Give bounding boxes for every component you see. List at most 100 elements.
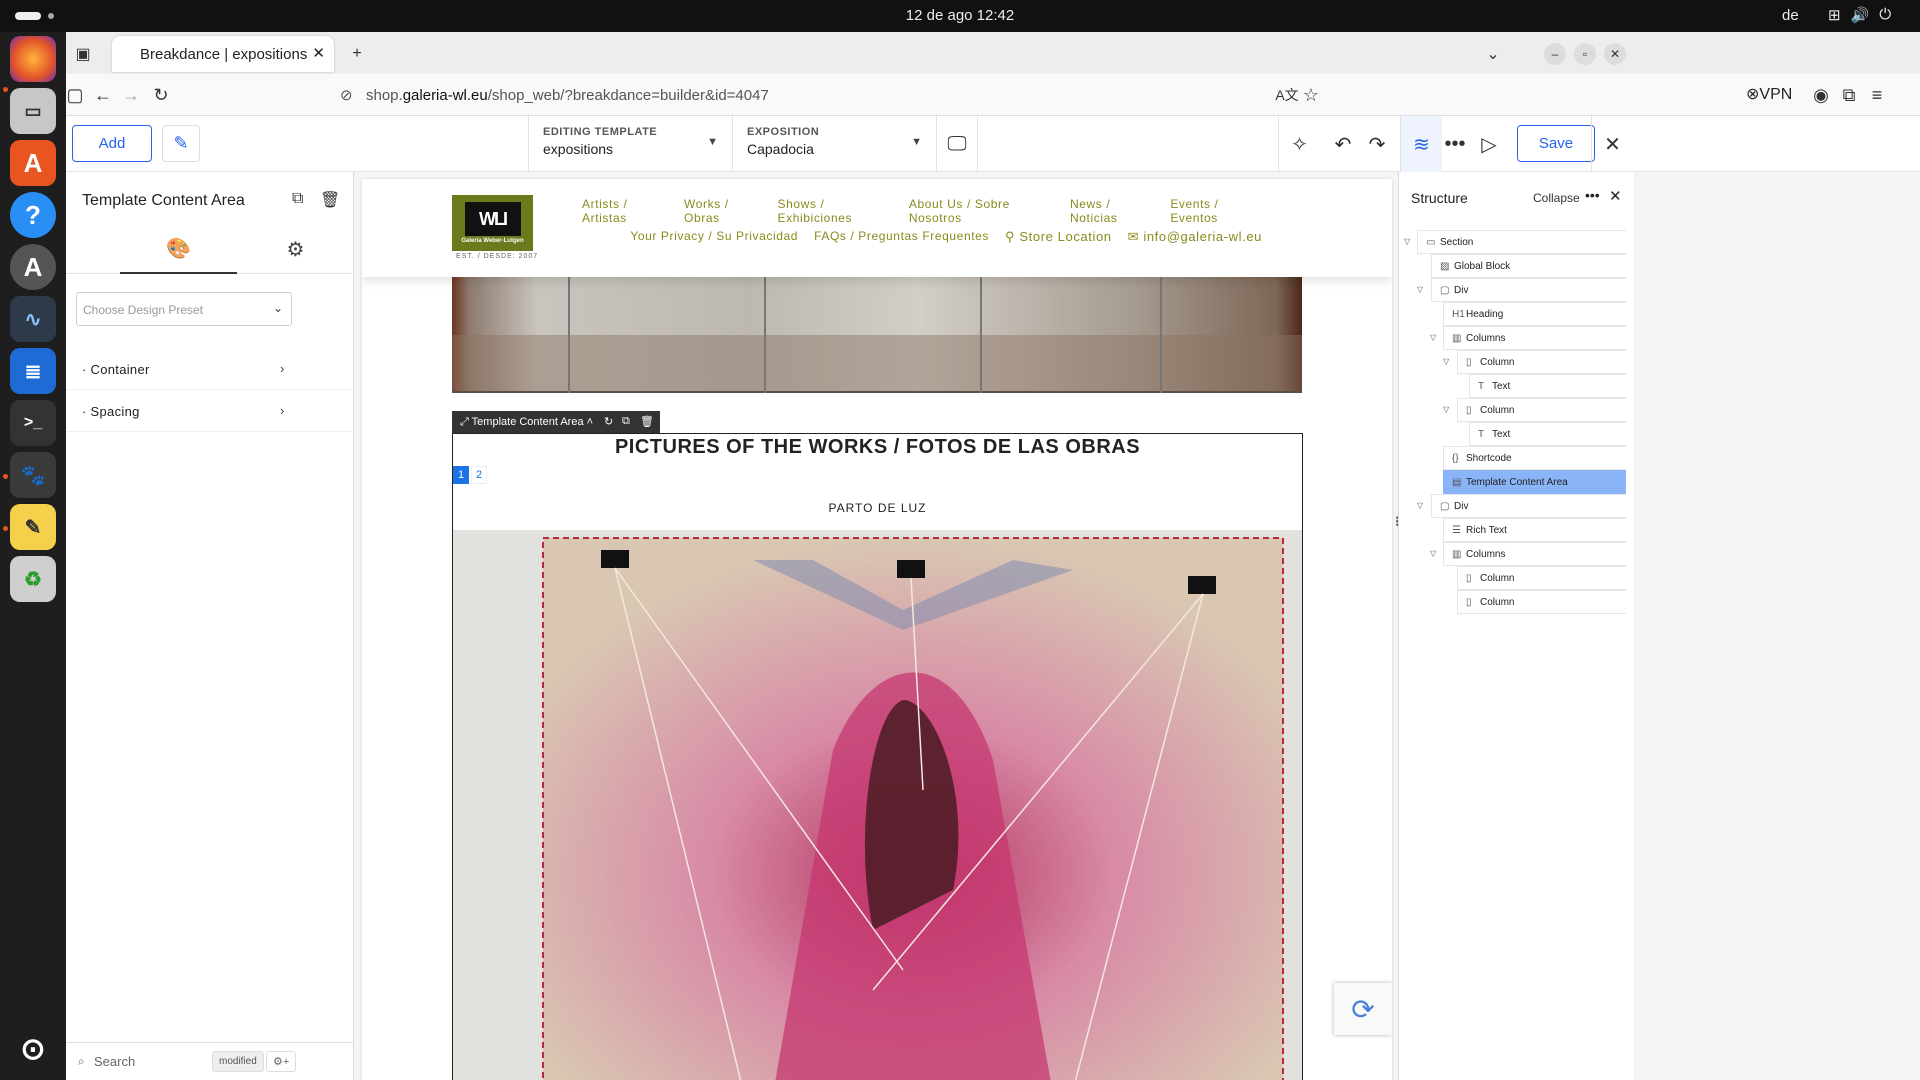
- collapse-caret-icon[interactable]: ▽: [1404, 237, 1410, 246]
- tree-node-global-block[interactable]: ▨ Global Block: [1431, 254, 1626, 278]
- tree-node-rich-text[interactable]: ☰ Rich Text: [1443, 518, 1626, 542]
- tree-node-div[interactable]: ▢ Div: [1431, 494, 1626, 518]
- menu-item-works[interactable]: Works / Obras: [684, 197, 762, 225]
- firefox-icon[interactable]: [10, 36, 56, 82]
- collapse-caret-icon[interactable]: ▽: [1443, 357, 1449, 366]
- tree-node-heading[interactable]: H1Heading: [1443, 302, 1626, 326]
- writer-icon[interactable]: ≣: [10, 348, 56, 394]
- delete-icon[interactable]: 🗑: [640, 415, 654, 428]
- menu-icon[interactable]: ≡: [1864, 82, 1890, 108]
- menu-item-shows[interactable]: Shows / Exhibiciones: [778, 197, 893, 225]
- collapse-caret-icon[interactable]: ▽: [1443, 405, 1449, 414]
- pagination-page-2[interactable]: 2: [471, 466, 487, 484]
- help-icon[interactable]: ?: [10, 192, 56, 238]
- forward-icon[interactable]: →: [118, 82, 144, 108]
- container-section[interactable]: · Container ›: [66, 348, 354, 390]
- save-button[interactable]: Save: [1517, 125, 1595, 162]
- design-tab-palette-icon[interactable]: 🎨: [120, 224, 237, 274]
- tree-node-template-content-area[interactable]: ▤ Template Content Area: [1443, 470, 1626, 494]
- bookmark-star-icon[interactable]: ☆: [1298, 82, 1324, 108]
- gimp-icon[interactable]: 🐾: [10, 452, 56, 498]
- tree-node-text[interactable]: T Text: [1469, 374, 1626, 398]
- spacing-section[interactable]: · Spacing ›: [66, 390, 354, 432]
- close-tab-icon[interactable]: ✕: [312, 44, 325, 62]
- desktop-preview-icon[interactable]: 🖵: [936, 116, 978, 172]
- tree-node-column[interactable]: ▯ Column: [1457, 350, 1626, 374]
- edit-icon[interactable]: ✎: [162, 125, 200, 162]
- trash-icon[interactable]: ♻: [10, 556, 56, 602]
- close-builder-icon[interactable]: ✕: [1591, 116, 1633, 172]
- settings-tab-gear-icon[interactable]: ⚙: [237, 224, 354, 274]
- software-updater-icon[interactable]: A: [10, 244, 56, 290]
- menu-item-store-location[interactable]: ⚲ Store Location: [1005, 229, 1112, 245]
- tab-list-icon[interactable]: ▣: [70, 41, 96, 67]
- list-all-tabs-icon[interactable]: ⌄: [1480, 41, 1506, 67]
- keyboard-language[interactable]: de: [1782, 7, 1799, 24]
- redo-icon[interactable]: ↷: [1356, 116, 1398, 172]
- delete-icon[interactable]: 🗑: [320, 190, 340, 210]
- tree-node-column[interactable]: ▯ Column: [1457, 590, 1626, 614]
- menu-item-events[interactable]: Events / Eventos: [1170, 197, 1262, 225]
- template-content-area[interactable]: PICTURES OF THE WORKS / FOTOS DE LAS OBR…: [452, 433, 1303, 1080]
- exposition-select[interactable]: EXPOSITION Capadocia ▼: [732, 116, 936, 172]
- expand-icon[interactable]: ⤢: [460, 416, 472, 428]
- artwork-photo[interactable]: [453, 530, 1302, 1080]
- chevron-up-icon[interactable]: ˄: [584, 416, 593, 428]
- minimize-icon[interactable]: –: [1544, 43, 1566, 65]
- reload-icon[interactable]: ↻: [148, 82, 174, 108]
- modified-badge[interactable]: modified: [212, 1051, 264, 1072]
- tree-node-shortcode[interactable]: {} Shortcode: [1443, 446, 1626, 470]
- collapse-caret-icon[interactable]: ▽: [1430, 333, 1436, 342]
- account-icon[interactable]: ◉: [1808, 82, 1834, 108]
- search-settings-icon[interactable]: ⚙+: [266, 1051, 297, 1072]
- duplicate-icon[interactable]: ⧉: [622, 415, 630, 428]
- collapse-caret-icon[interactable]: ▽: [1430, 549, 1436, 558]
- menu-item-privacy[interactable]: Your Privacy / Su Privacidad: [630, 229, 798, 245]
- restore-icon[interactable]: ▫: [1574, 43, 1596, 65]
- new-tab-icon[interactable]: +: [344, 41, 370, 67]
- translate-icon[interactable]: A文: [1274, 82, 1300, 108]
- tree-node-div[interactable]: ▢ Div: [1431, 278, 1626, 302]
- text-editor-icon[interactable]: ✎: [10, 504, 56, 550]
- tree-node-column[interactable]: ▯ Column: [1457, 566, 1626, 590]
- app-center-icon[interactable]: A: [10, 140, 56, 186]
- preview-canvas[interactable]: WLI Galería Weber-Lutgen EST. / DESDE: 2…: [362, 179, 1392, 1080]
- tree-node-column[interactable]: ▯ Column: [1457, 398, 1626, 422]
- back-icon[interactable]: ←: [90, 82, 116, 108]
- editing-template-select[interactable]: EDITING TEMPLATE expositions ▼: [528, 116, 732, 172]
- menu-item-email[interactable]: ✉ info@galeria-wl.eu: [1128, 229, 1262, 245]
- close-structure-icon[interactable]: ✕: [1609, 187, 1622, 205]
- url-bar[interactable]: ⊘ shop.galeria-wl.eu/shop_web/?breakdanc…: [330, 78, 1670, 112]
- sidebar-icon[interactable]: ▢: [62, 82, 88, 108]
- tree-node-columns[interactable]: ▥ Columns: [1443, 542, 1626, 566]
- terminal-icon[interactable]: >_: [10, 400, 56, 446]
- ai-sparkle-icon[interactable]: ✧: [1278, 116, 1320, 172]
- system-clock[interactable]: 12 de ago 12:42: [0, 7, 1920, 24]
- tree-node-text[interactable]: T Text: [1469, 422, 1626, 446]
- pagination-page-1[interactable]: 1: [453, 466, 469, 484]
- design-preset-select[interactable]: Choose Design Preset ⌄: [76, 292, 292, 326]
- vpn-button[interactable]: ⊗VPN: [1746, 84, 1792, 104]
- tree-node-section[interactable]: ▭ Section: [1417, 230, 1626, 254]
- more-options-icon[interactable]: •••: [1585, 187, 1600, 203]
- menu-item-about[interactable]: About Us / Sobre Nosotros: [909, 197, 1054, 225]
- menu-item-faqs[interactable]: FAQs / Preguntas Frequentes: [814, 229, 989, 245]
- refresh-icon[interactable]: ↻: [604, 415, 613, 428]
- add-button[interactable]: Add: [72, 125, 152, 162]
- tree-node-columns[interactable]: ▥ Columns: [1443, 326, 1626, 350]
- system-tray[interactable]: ⊞ 🔊 ⏻: [1828, 6, 1891, 24]
- files-icon[interactable]: ▭: [10, 88, 56, 134]
- collapse-caret-icon[interactable]: ▽: [1417, 501, 1423, 510]
- close-window-icon[interactable]: ✕: [1604, 43, 1626, 65]
- search-input[interactable]: Search: [94, 1054, 135, 1069]
- show-apps-icon[interactable]: ⊙: [10, 1026, 56, 1072]
- extensions-icon[interactable]: ⧉: [1836, 82, 1862, 108]
- gallery-logo[interactable]: WLI Galería Weber-Lutgen: [452, 195, 533, 251]
- menu-item-news[interactable]: News / Noticias: [1070, 197, 1154, 225]
- collapse-caret-icon[interactable]: ▽: [1417, 285, 1423, 294]
- site-info-icon[interactable]: ⊘: [340, 86, 353, 104]
- recaptcha-badge[interactable]: ⟳: [1334, 983, 1392, 1035]
- browser-tab[interactable]: Breakdance | expositions ✕: [112, 36, 334, 72]
- menu-item-artists[interactable]: Artists / Artistas: [582, 197, 668, 225]
- collapse-button[interactable]: Collapse: [1533, 191, 1580, 205]
